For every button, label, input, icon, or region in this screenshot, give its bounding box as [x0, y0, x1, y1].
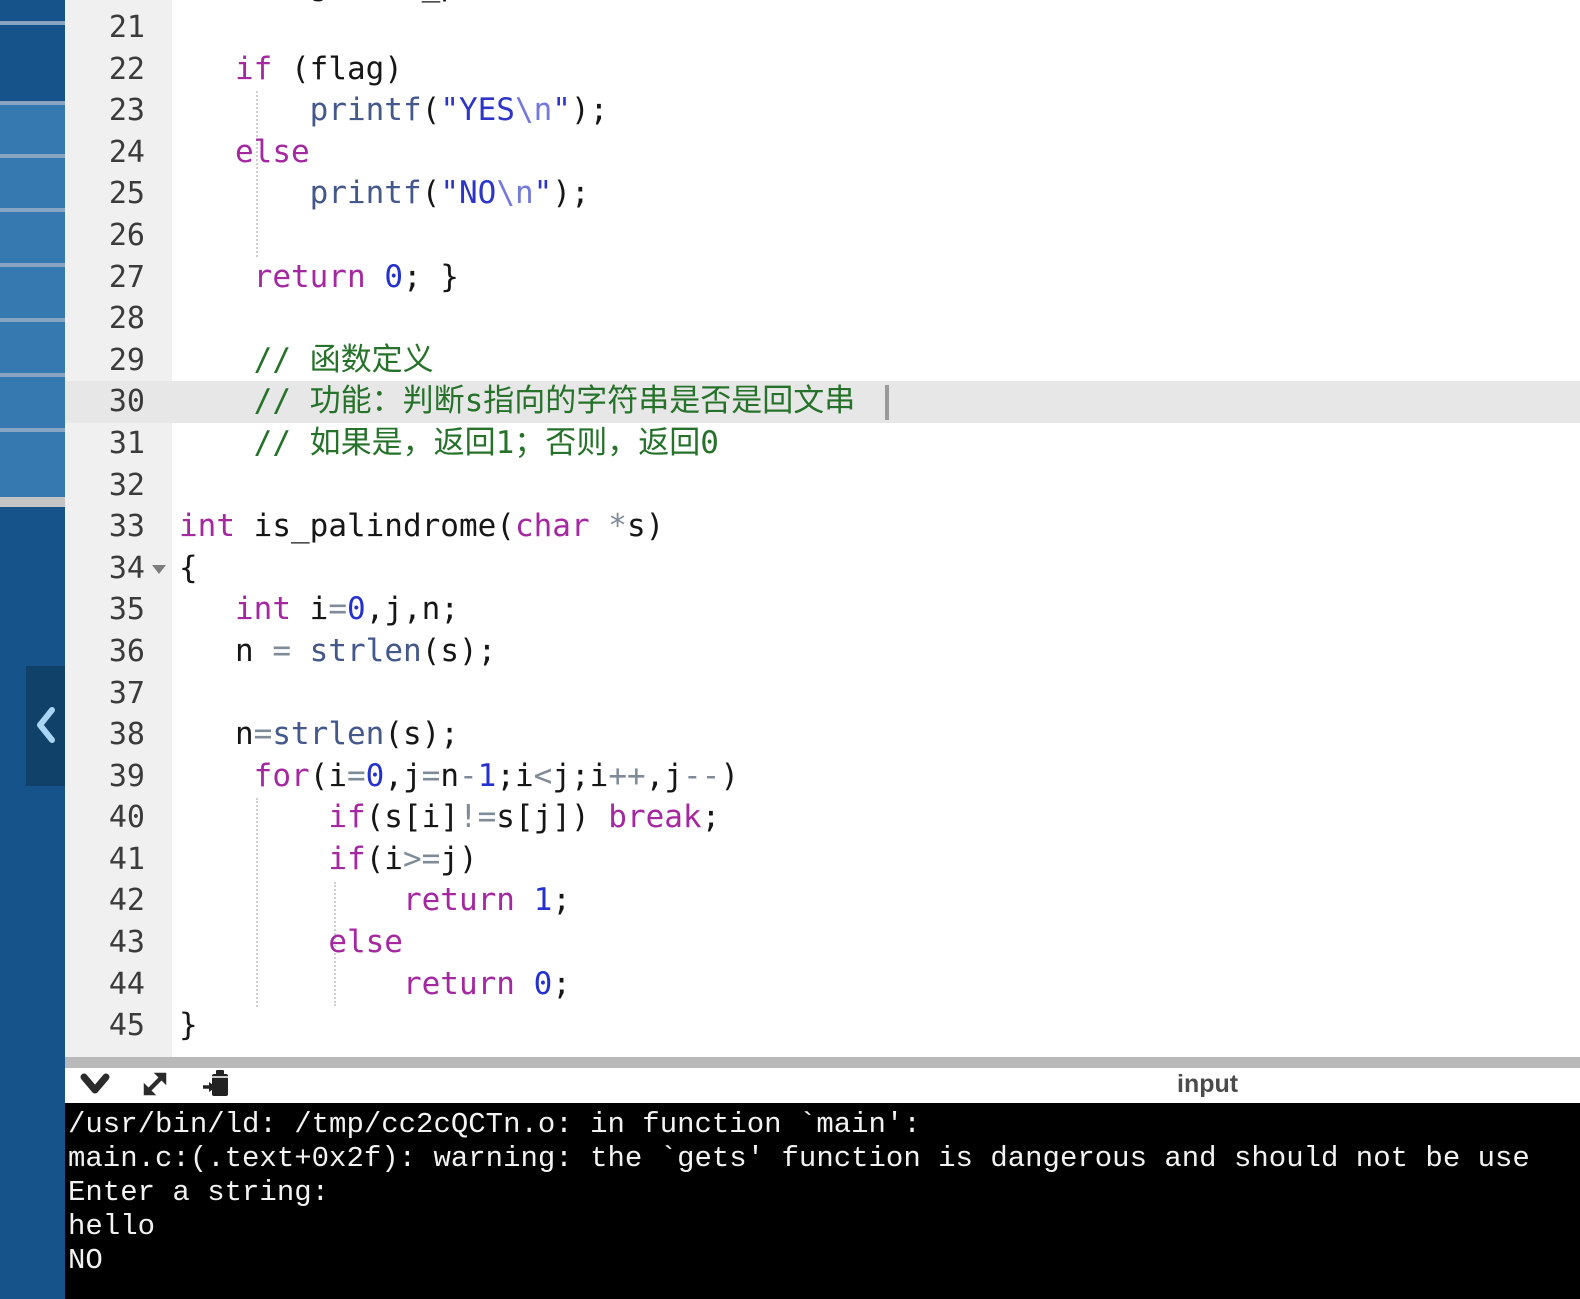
terminal-line: /usr/bin/ld: /tmp/cc2cQCTn.o: in functio…	[68, 1108, 921, 1141]
line-number: 33	[108, 509, 145, 545]
line-number: 36	[108, 633, 145, 669]
terminal-line: main.c:(.text+0x2f): warning: the `gets'…	[68, 1142, 1530, 1175]
input-tab-label[interactable]: input	[1177, 1068, 1238, 1103]
line-number: 44	[108, 966, 145, 1002]
line-number: 29	[108, 342, 145, 378]
sidebar-cell[interactable]	[0, 158, 65, 208]
line-number: 35	[108, 592, 145, 628]
line-number: 27	[108, 259, 145, 295]
line-number: 31	[108, 425, 145, 461]
sidebar-cell[interactable]	[0, 432, 65, 497]
fold-arrow-icon[interactable]	[152, 564, 166, 574]
line-number: 28	[108, 301, 145, 337]
sidebar-cell[interactable]	[0, 267, 65, 318]
code-line: n=strlen(s);	[179, 716, 459, 753]
code-line: int is_palindrome(char *s)	[179, 508, 665, 545]
code-line: for(i=0,j=n-1;i<j;i++,j--)	[253, 757, 739, 794]
sidebar-cell[interactable]	[0, 377, 65, 428]
sidebar-cell[interactable]	[0, 212, 65, 263]
diagonal-resize-icon	[140, 1069, 170, 1102]
resize-console-button[interactable]	[137, 1070, 173, 1101]
line-number: 30	[108, 384, 145, 420]
editor-console-splitter[interactable]	[65, 1057, 1580, 1068]
line-number: 39	[108, 758, 145, 794]
code-line: printf("YES\n");	[309, 92, 609, 129]
code-line: // 如果是，返回1；否则，返回0	[253, 424, 719, 461]
line-number: 38	[108, 717, 145, 753]
sidebar-cell[interactable]	[0, 322, 65, 373]
line-number: 40	[108, 800, 145, 836]
question-nav-sidebar	[0, 0, 65, 1299]
code-line: }	[179, 1007, 198, 1044]
code-line: {	[179, 549, 198, 586]
line-number: 24	[108, 134, 145, 170]
console-toolbar: input	[65, 1068, 1580, 1103]
code-line: n = strlen(s);	[179, 632, 497, 669]
paste-button[interactable]	[199, 1070, 235, 1101]
sidebar-cell[interactable]	[0, 25, 65, 101]
code-line: if(s[i]!=s[j]) break;	[328, 799, 721, 836]
line-number: 22	[108, 51, 145, 87]
code-line: return 0;	[402, 965, 571, 1002]
line-number	[65, 0, 172, 7]
terminal-line: hello	[68, 1210, 156, 1243]
line-number-gutter: 21 22 23 24 25 26 27 28 29 30 31 32 33 34 35 36 37 38 39 40…	[65, 0, 172, 1047]
line-number: 25	[108, 176, 145, 212]
code-line: int i=0,j,n;	[235, 591, 459, 628]
line-number: 43	[108, 925, 145, 961]
code-line: flag = is_palindrome(str);	[172, 0, 1580, 7]
sidebar-cell[interactable]	[0, 105, 65, 154]
line-number: 41	[108, 841, 145, 877]
line-number: 26	[108, 217, 145, 253]
main-panel: 21 22 23 24 25 26 27 28 29 30 31 32 33 34 35 36 37 38 39 40…	[65, 0, 1580, 1299]
code-line: if (flag)	[235, 50, 403, 87]
code-editor[interactable]: 21 22 23 24 25 26 27 28 29 30 31 32 33 34 35 36 37 38 39 40…	[65, 0, 1580, 1057]
line-number: 42	[108, 883, 145, 919]
code-line: if(i>=j)	[328, 840, 478, 877]
line-number: 32	[108, 467, 145, 503]
paste-clipboard-icon	[201, 1068, 233, 1103]
line-number: 45	[108, 1008, 145, 1044]
collapse-console-button[interactable]	[77, 1070, 113, 1101]
code-line: else	[328, 924, 403, 961]
code-content: flag = is_palindrome(str); if (flag) pri…	[172, 0, 1580, 1047]
code-line: else	[235, 133, 310, 170]
text-cursor	[885, 385, 889, 420]
code-line: return 1;	[402, 882, 571, 919]
line-number: 23	[108, 93, 145, 129]
code-line: // 功能：判断s指向的字符串是否是回文串	[253, 383, 856, 420]
terminal-line: Enter a string:	[68, 1176, 330, 1209]
terminal-line: NO	[68, 1244, 103, 1277]
sidebar-gray-divider	[0, 497, 65, 507]
code-line: return 0; }	[253, 258, 459, 295]
terminal-output[interactable]: /usr/bin/ld: /tmp/cc2cQCTn.o: in functio…	[65, 1103, 1580, 1299]
line-number: 21	[108, 10, 145, 45]
sidebar-collapse-button[interactable]	[26, 666, 65, 786]
chevron-down-icon	[80, 1072, 110, 1099]
code-line: // 函数定义	[253, 341, 434, 378]
line-number: 34	[65, 548, 172, 590]
sidebar-cell[interactable]	[0, 0, 65, 21]
line-number: 37	[108, 675, 145, 711]
chevron-left-icon	[33, 705, 59, 748]
code-line: printf("NO\n");	[309, 175, 590, 212]
ide-window: 21 22 23 24 25 26 27 28 29 30 31 32 33 34 35 36 37 38 39 40…	[0, 0, 1580, 1299]
sidebar-cell-list	[0, 0, 65, 507]
